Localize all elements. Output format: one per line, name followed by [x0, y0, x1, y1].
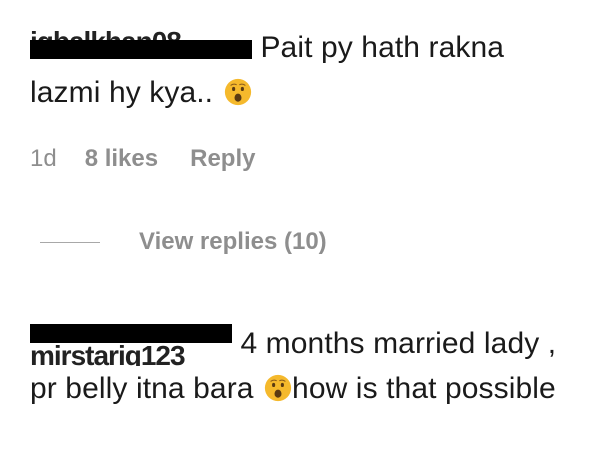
redaction-bar — [30, 40, 252, 59]
comment-username[interactable]: mirstariq123 — [30, 321, 232, 366]
redaction-bar — [30, 324, 232, 343]
likes-count[interactable]: 8 likes — [85, 145, 158, 173]
reply-button[interactable]: Reply — [190, 145, 255, 173]
comment-timestamp: 1d — [30, 145, 57, 172]
comment-item: mirstariq123 4 months married lady , pr … — [30, 321, 580, 411]
view-replies-label[interactable]: View replies (10) — [139, 228, 327, 256]
view-replies-button[interactable]: View replies (10) — [40, 228, 327, 256]
comment-text-continued: how is that possible — [292, 372, 556, 405]
replies-divider-line — [40, 241, 100, 243]
comment-item: iqbalkhan08 Pait py hath rakna lazmi hy … — [30, 25, 580, 115]
comment-username[interactable]: iqbalkhan08 — [30, 25, 252, 70]
astonished-face-emoji-icon — [224, 78, 251, 106]
astonished-face-emoji-icon — [264, 374, 292, 402]
comment-meta: 1d 8 likes Reply — [30, 145, 255, 173]
